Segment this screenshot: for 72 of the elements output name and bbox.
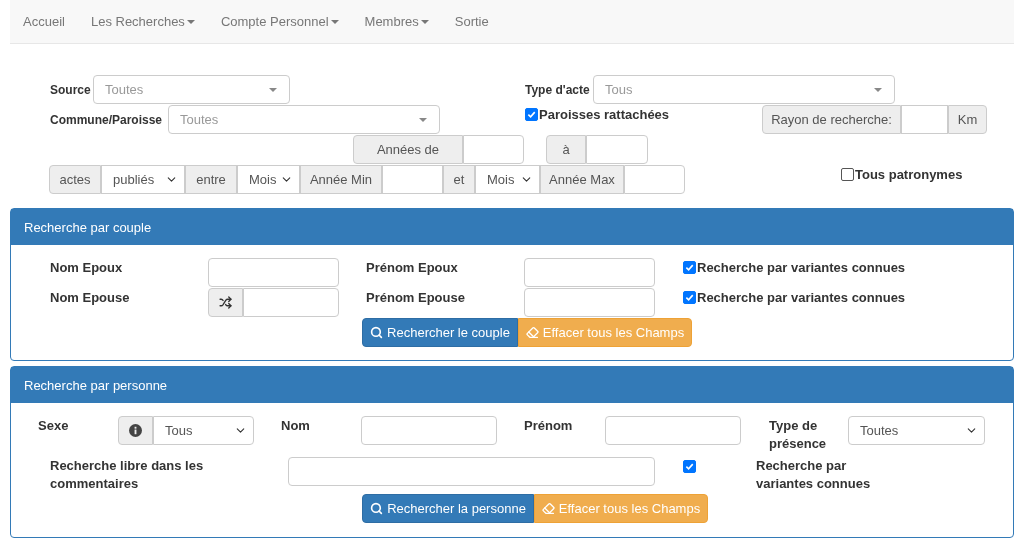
field-label: Type de présence <box>769 417 828 453</box>
act-type-select[interactable]: Tous <box>593 75 895 104</box>
checkbox-label: Tous patronymes <box>855 167 963 182</box>
input-addon: Années de <box>353 135 463 164</box>
panel-header: Recherche par couple <box>11 209 1013 245</box>
checkbox-label: Recherche par variantes connues <box>697 290 906 305</box>
select-field[interactable]: Mois <box>475 165 540 194</box>
name-input[interactable] <box>208 258 339 287</box>
caret-icon <box>419 117 427 122</box>
input-addon: entre <box>185 165 237 194</box>
input-field[interactable] <box>382 165 443 194</box>
input-field[interactable] <box>624 165 685 194</box>
caret-icon <box>420 19 429 24</box>
field-label: Nom <box>281 417 311 435</box>
nav-link[interactable]: Accueil <box>23 14 65 29</box>
presence-select[interactable]: Toutes <box>848 416 985 445</box>
nav-link[interactable]: Les Recherches <box>90 14 195 29</box>
caret-icon <box>269 87 277 92</box>
nav-link[interactable]: Compte Personnel <box>220 14 339 29</box>
checkbox[interactable] <box>683 291 696 304</box>
checkbox[interactable] <box>683 460 696 473</box>
name-input[interactable] <box>243 288 339 317</box>
caret-icon <box>186 19 195 24</box>
checkbox[interactable] <box>841 168 854 181</box>
field-label: Recherche libre dans les commentaires <box>50 457 205 493</box>
parish-select[interactable]: Toutes <box>168 105 440 134</box>
source-select[interactable]: Toutes <box>93 75 290 104</box>
input-addon: et <box>443 165 475 194</box>
caret-icon <box>330 19 339 24</box>
search-button[interactable]: Rechercher la personne <box>362 494 534 523</box>
info-icon <box>129 424 142 437</box>
name-input[interactable] <box>361 416 497 445</box>
eraser-icon <box>525 326 539 339</box>
input-addon: Rayon de recherche: <box>762 105 901 134</box>
select-field[interactable]: Mois <box>237 165 300 194</box>
search-button[interactable]: Rechercher le couple <box>362 318 518 347</box>
year-input[interactable] <box>586 135 648 164</box>
input-addon: à <box>546 135 586 164</box>
field-label: Prénom <box>524 417 574 435</box>
checkbox-label: Paroisses rattachées <box>539 107 670 122</box>
eraser-icon <box>541 502 555 515</box>
input-addon: Km <box>948 105 987 134</box>
first-name-input[interactable] <box>524 288 655 317</box>
comments-input[interactable] <box>288 457 655 486</box>
year-input[interactable] <box>463 135 524 164</box>
field-label: Source <box>50 81 92 99</box>
checkbox-label: Recherche par variantes connues <box>697 260 906 275</box>
nav-link[interactable]: Membres <box>364 14 429 29</box>
input-addon: actes <box>49 165 101 194</box>
select-field[interactable]: publiés <box>101 165 185 194</box>
field-label: Commune/Paroisse <box>50 111 164 129</box>
first-name-input[interactable] <box>605 416 741 445</box>
field-label: Prénom Epouse <box>366 289 466 307</box>
checkbox[interactable] <box>683 261 696 274</box>
field-label: Sexe <box>38 417 70 435</box>
radius-input[interactable] <box>901 105 948 134</box>
panel-header: Recherche par personne <box>11 367 1013 403</box>
input-addon: Année Max <box>540 165 624 194</box>
nav-link[interactable]: Sortie <box>454 14 489 29</box>
checkbox-label: Recherche par variantes connues <box>756 457 872 493</box>
checkbox[interactable] <box>525 108 538 121</box>
shuffle-icon <box>219 296 232 309</box>
field-label: Type d'acte <box>525 81 591 99</box>
sex-select[interactable]: Tous <box>153 416 254 445</box>
field-label: Prénom Epoux <box>366 259 459 277</box>
field-label: Nom Epoux <box>50 259 124 277</box>
field-label: Nom Epouse <box>50 289 131 307</box>
first-name-input[interactable] <box>524 258 655 287</box>
search-icon <box>370 326 384 339</box>
input-addon: Année Min <box>300 165 382 194</box>
caret-icon <box>874 87 882 92</box>
search-icon <box>370 502 384 515</box>
